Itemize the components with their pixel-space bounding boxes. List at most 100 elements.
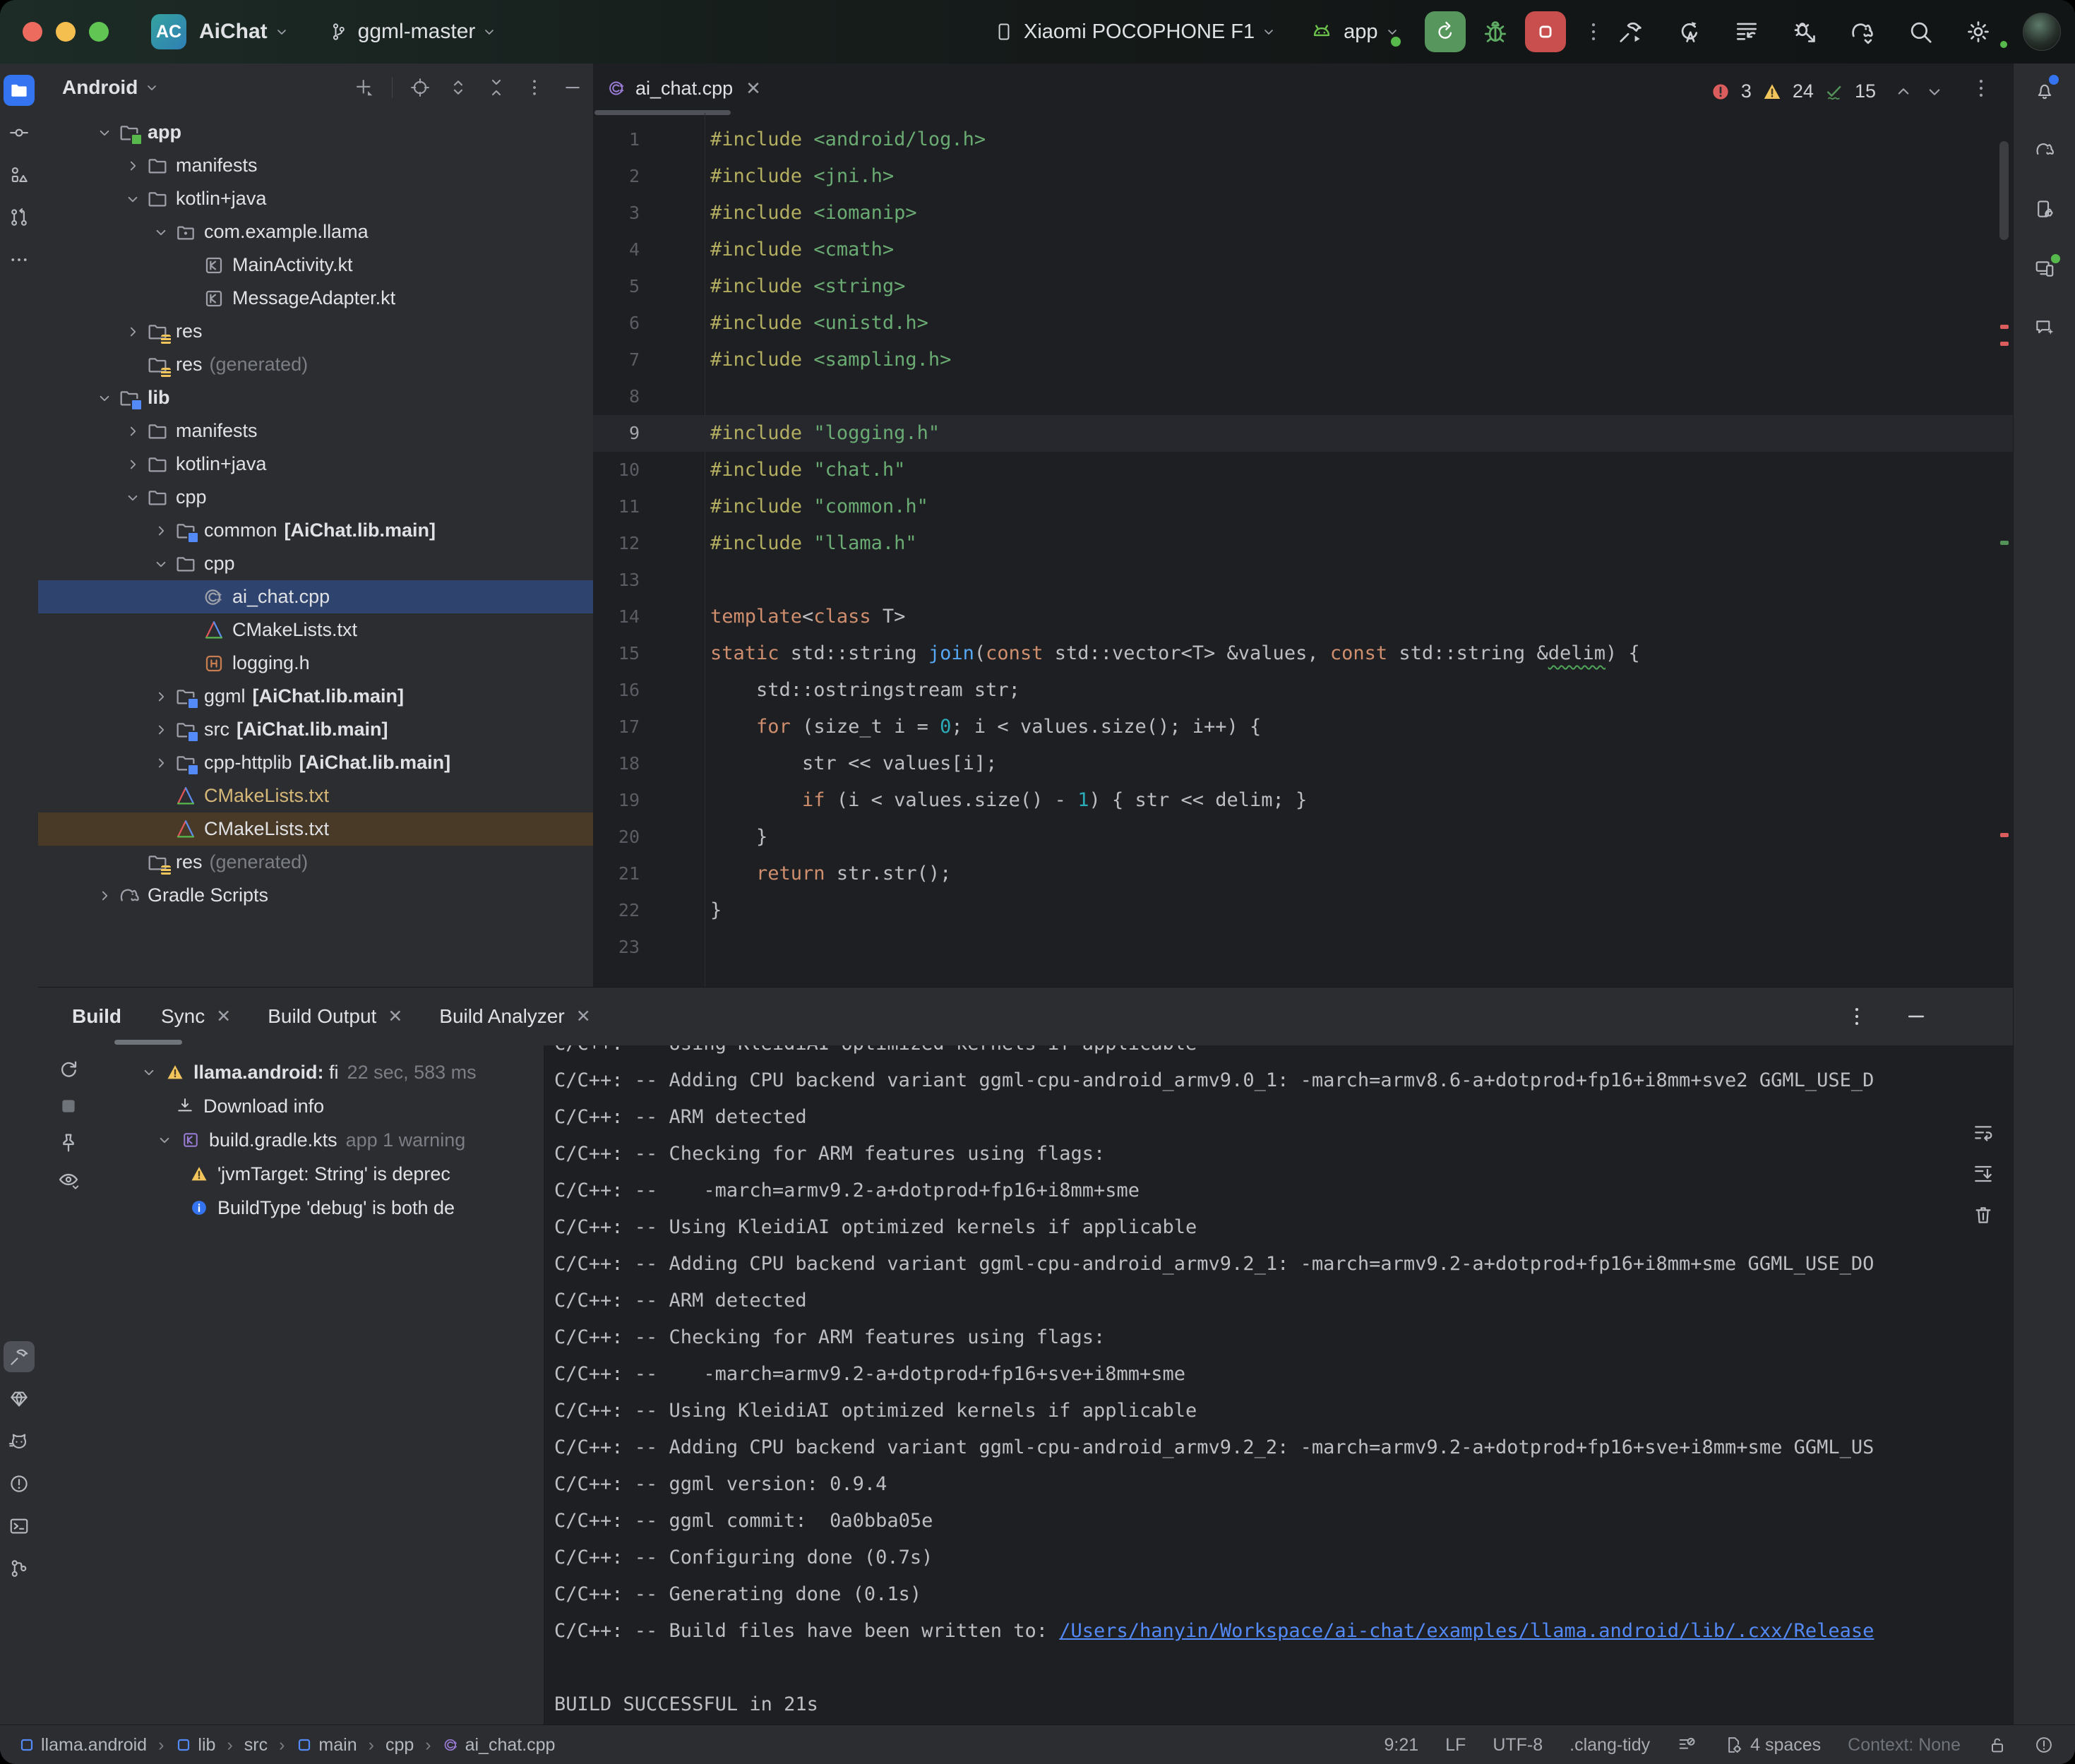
tree-item-cmakelists-txt[interactable]: CMakeLists.txt bbox=[38, 613, 593, 647]
soft-wrap-icon[interactable] bbox=[1972, 1122, 1995, 1144]
editor-line-22[interactable]: 22} bbox=[593, 892, 2013, 929]
tree-item-common[interactable]: common[AiChat.lib.main] bbox=[38, 514, 593, 547]
rerun-sync-icon[interactable] bbox=[57, 1058, 80, 1081]
stop-process-icon[interactable] bbox=[57, 1095, 80, 1117]
chevron-right-icon[interactable] bbox=[124, 157, 142, 175]
hide-panel-icon[interactable] bbox=[562, 77, 583, 98]
more-options-icon[interactable] bbox=[524, 77, 545, 98]
tree-item-manifests[interactable]: manifests bbox=[38, 414, 593, 448]
indent-widget[interactable]: 4 spaces bbox=[1723, 1735, 1821, 1756]
chevron-right-icon[interactable] bbox=[152, 522, 170, 540]
editor-tab-ai-chat-cpp[interactable]: ai_chat.cpp ✕ bbox=[593, 64, 774, 113]
breadcrumb-main[interactable]: main bbox=[296, 1735, 357, 1756]
tree-item-ai-chat-cpp[interactable]: ai_chat.cpp bbox=[38, 580, 593, 613]
user-avatar[interactable] bbox=[2023, 13, 2061, 51]
scrollbar-thumb[interactable] bbox=[1999, 141, 2009, 240]
tree-item-manifests[interactable]: manifests bbox=[38, 149, 593, 182]
gradle-tool-button[interactable] bbox=[2029, 134, 2060, 165]
pull-requests-tool-button[interactable] bbox=[4, 202, 35, 233]
terminal-tool-button[interactable] bbox=[4, 1511, 35, 1542]
project-widget[interactable]: AC AiChat bbox=[109, 14, 290, 49]
filter-view-icon[interactable] bbox=[57, 1168, 80, 1191]
editor-line-7[interactable]: 7#include <sampling.h> bbox=[593, 342, 2013, 378]
caret-position[interactable]: 9:21 bbox=[1384, 1735, 1418, 1756]
error-stripe[interactable] bbox=[1999, 113, 2010, 987]
unlock-icon[interactable] bbox=[1987, 1735, 2007, 1755]
build-events-tree[interactable]: llama.android: fi22 sec, 583 msDownload … bbox=[99, 1055, 544, 1725]
minimize-panel-icon[interactable] bbox=[1904, 1004, 1928, 1028]
apply-code-changes-button[interactable] bbox=[1733, 18, 1760, 45]
event-log-icon[interactable] bbox=[2034, 1735, 2054, 1755]
editor-line-6[interactable]: 6#include <unistd.h> bbox=[593, 305, 2013, 342]
notifications-button[interactable] bbox=[2029, 75, 2060, 106]
chevron-right-icon[interactable] bbox=[95, 887, 114, 905]
highlighting-level-icon[interactable] bbox=[1677, 1735, 1697, 1755]
tab-build-analyzer[interactable]: Build Analyzer✕ bbox=[439, 1005, 590, 1028]
tree-item-cpp[interactable]: cpp bbox=[38, 547, 593, 580]
context-widget[interactable]: Context: None bbox=[1848, 1735, 1961, 1756]
breadcrumb-lib[interactable]: lib bbox=[175, 1735, 215, 1756]
breadcrumb-src[interactable]: src bbox=[244, 1735, 268, 1756]
tree-item-logging-h[interactable]: logging.h bbox=[38, 647, 593, 680]
close-icon[interactable]: ✕ bbox=[388, 1006, 402, 1027]
file-encoding[interactable]: UTF-8 bbox=[1493, 1735, 1543, 1756]
gemini-tool-button[interactable] bbox=[2029, 312, 2060, 343]
app-quality-insights-button[interactable] bbox=[4, 1384, 35, 1415]
breadcrumb-cpp[interactable]: cpp bbox=[385, 1735, 414, 1756]
tree-item-lib[interactable]: lib bbox=[38, 381, 593, 414]
pin-icon[interactable] bbox=[57, 1132, 80, 1154]
editor-line-21[interactable]: 21 return str.str(); bbox=[593, 856, 2013, 892]
chevron-down-icon[interactable] bbox=[155, 1131, 174, 1149]
chevron-down-icon[interactable] bbox=[95, 389, 114, 407]
apply-changes-button[interactable] bbox=[1675, 18, 1702, 45]
rerun-button[interactable] bbox=[1425, 11, 1466, 52]
logcat-tool-button[interactable] bbox=[4, 1426, 35, 1457]
tree-item-mainactivity-kt[interactable]: MainActivity.kt bbox=[38, 248, 593, 282]
build-console[interactable]: C/C++: -- Using KleidiAI optimized kerne… bbox=[544, 1045, 2013, 1725]
next-problem-icon[interactable] bbox=[1924, 81, 1945, 102]
debug-button[interactable] bbox=[1481, 18, 1509, 46]
inspections-widget[interactable]: 3 24 15 bbox=[1710, 80, 1945, 102]
chevron-down-icon[interactable] bbox=[95, 124, 114, 142]
tree-item-kotlin-java[interactable]: kotlin+java bbox=[38, 448, 593, 481]
chevron-right-icon[interactable] bbox=[124, 323, 142, 341]
chevron-right-icon[interactable] bbox=[152, 754, 170, 772]
version-control-tool-button[interactable] bbox=[4, 1553, 35, 1584]
editor-line-14[interactable]: 14template<class T> bbox=[593, 599, 2013, 635]
editor-line-2[interactable]: 2#include <jni.h> bbox=[593, 158, 2013, 195]
editor-line-12[interactable]: 12#include "llama.h" bbox=[593, 525, 2013, 562]
chevron-down-icon[interactable] bbox=[152, 555, 170, 573]
sync-gradle-button[interactable] bbox=[1849, 18, 1876, 45]
device-manager-button[interactable] bbox=[2029, 193, 2060, 224]
close-icon[interactable]: ✕ bbox=[216, 1006, 231, 1027]
tree-item-cmakelists-txt[interactable]: CMakeLists.txt bbox=[38, 812, 593, 846]
build-options-icon[interactable] bbox=[1845, 1004, 1869, 1028]
code-style-config[interactable]: .clang-tidy bbox=[1569, 1735, 1650, 1756]
breadcrumb[interactable]: llama.android›lib›src›main›cpp›ai_chat.c… bbox=[0, 1735, 555, 1756]
close-icon[interactable]: ✕ bbox=[576, 1006, 591, 1027]
search-everywhere-button[interactable] bbox=[1907, 18, 1934, 45]
tree-item-src[interactable]: src[AiChat.lib.main] bbox=[38, 713, 593, 746]
chevron-down-icon[interactable] bbox=[124, 190, 142, 208]
build-project-button[interactable] bbox=[1617, 18, 1644, 45]
structure-tool-button[interactable] bbox=[4, 160, 35, 191]
editor-line-16[interactable]: 16 std::ostringstream str; bbox=[593, 672, 2013, 709]
line-ending[interactable]: LF bbox=[1445, 1735, 1466, 1756]
stop-button[interactable] bbox=[1525, 11, 1566, 52]
prev-problem-icon[interactable] bbox=[1893, 81, 1914, 102]
chevron-down-icon[interactable] bbox=[124, 488, 142, 507]
editor-options-icon[interactable] bbox=[1969, 76, 1993, 100]
editor-line-11[interactable]: 11#include "common.h" bbox=[593, 488, 2013, 525]
editor-line-20[interactable]: 20 } bbox=[593, 819, 2013, 856]
build-tree-item[interactable]: build.gradle.ktsapp 1 warning bbox=[99, 1123, 544, 1157]
locate-file-icon[interactable] bbox=[409, 77, 431, 98]
code-editor[interactable]: 1#include <android/log.h>2#include <jni.… bbox=[593, 113, 2013, 987]
close-window-button[interactable] bbox=[23, 22, 42, 42]
chevron-down-icon[interactable] bbox=[152, 223, 170, 241]
build-tool-button[interactable] bbox=[4, 1341, 35, 1372]
editor-line-3[interactable]: 3#include <iomanip> bbox=[593, 195, 2013, 232]
editor-line-23[interactable]: 23 bbox=[593, 929, 2013, 966]
more-run-options-button[interactable] bbox=[1581, 20, 1605, 44]
editor-line-15[interactable]: 15static std::string join(const std::vec… bbox=[593, 635, 2013, 672]
minimize-window-button[interactable] bbox=[56, 22, 76, 42]
